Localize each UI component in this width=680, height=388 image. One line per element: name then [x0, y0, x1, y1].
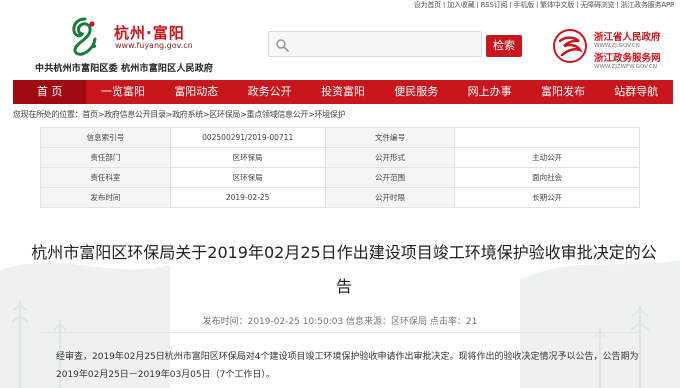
info-table: 信息索引号 002500291/2019-00711 文件编号 责任部门 区环保…	[40, 127, 640, 208]
info-value	[454, 127, 640, 148]
site-url: www.fuyang.gov.cn	[115, 41, 193, 50]
site-header: 杭州·富阳 www.fuyang.gov.cn 中共杭州市富阳区委 杭州市富阳区…	[0, 8, 680, 76]
info-label: 文件编号	[324, 127, 456, 148]
table-row: 责任科室 区环保局 公开范围 面向社会	[40, 167, 640, 188]
gov-portal-url: WWW.ZJ.GOV.CN	[594, 43, 640, 49]
nav-home[interactable]: 首 页	[13, 80, 87, 104]
divider	[40, 332, 640, 333]
zhejiang-gov-logo-icon[interactable]	[552, 28, 588, 64]
info-label: 公开时限	[324, 187, 456, 208]
nav-sites[interactable]: 站群导航	[600, 80, 673, 104]
search-icon	[276, 39, 289, 52]
info-label: 责任部门	[40, 147, 171, 168]
info-value: 002500291/2019-00711	[169, 127, 326, 148]
nav-services[interactable]: 便民服务	[380, 80, 453, 104]
fuyang-logo-icon	[72, 17, 97, 56]
table-row: 发布时间 2019-02-25 公开时限 长期公开	[40, 187, 640, 208]
info-value: 长期公开	[454, 187, 640, 208]
info-value: 2019-02-25	[169, 187, 326, 208]
article-title: 杭州市富阳区环保局关于2019年02月25日作出建设项目竣工环境保护验收审批决定…	[31, 243, 657, 296]
table-row: 责任部门 区环保局 公开形式 主动公开	[40, 147, 640, 168]
gov-service-name[interactable]: 浙江政务服务网	[594, 50, 661, 64]
info-value: 区环保局	[169, 167, 326, 188]
info-label: 公开形式	[324, 147, 456, 168]
nav-gov-info[interactable]: 政务公开	[233, 80, 306, 104]
info-label: 发布时间	[40, 187, 171, 208]
table-row: 信息索引号 002500291/2019-00711 文件编号	[40, 127, 640, 148]
breadcrumb[interactable]: 您现在所处的位置：首页>政府信息公开目录>政府系统>区环保局>重点领域信息公开>…	[13, 109, 346, 120]
nav-release[interactable]: 富阳发布	[526, 80, 599, 104]
info-label: 信息索引号	[40, 127, 171, 148]
info-value: 面向社会	[454, 167, 640, 188]
main-nav: 首 页 一览富阳 富阳动态 政务公开 投资富阳 便民服务 网上办事 富阳发布 站…	[13, 80, 673, 104]
search-button[interactable]: 检索	[486, 35, 522, 57]
nav-overview[interactable]: 一览富阳	[86, 80, 159, 104]
site-name: 杭州·富阳	[114, 24, 185, 42]
gov-service-url: WWW.ZJZWFW.GOV.CN	[594, 64, 657, 70]
info-value: 主动公开	[454, 147, 640, 168]
gov-portal-name[interactable]: 浙江省人民政府	[594, 29, 661, 43]
article-meta: 发布时间：2019-02-25 10:50:03 信息来源：区环保局 点击率：2…	[202, 317, 478, 327]
site-subtitle: 中共杭州市富阳区委 杭州市富阳区人民政府	[35, 64, 214, 74]
info-label: 责任科室	[40, 167, 171, 188]
article-body: 经审查，2019年02月25日杭州市富阳区环保局对4个建设项目竣工环境保护验收申…	[56, 352, 639, 380]
info-value: 区环保局	[169, 147, 326, 168]
nav-online[interactable]: 网上办事	[453, 80, 526, 104]
nav-invest[interactable]: 投资富阳	[306, 80, 379, 104]
search-input[interactable]	[268, 31, 482, 57]
info-label: 公开范围	[324, 167, 456, 188]
nav-news[interactable]: 富阳动态	[160, 80, 233, 104]
